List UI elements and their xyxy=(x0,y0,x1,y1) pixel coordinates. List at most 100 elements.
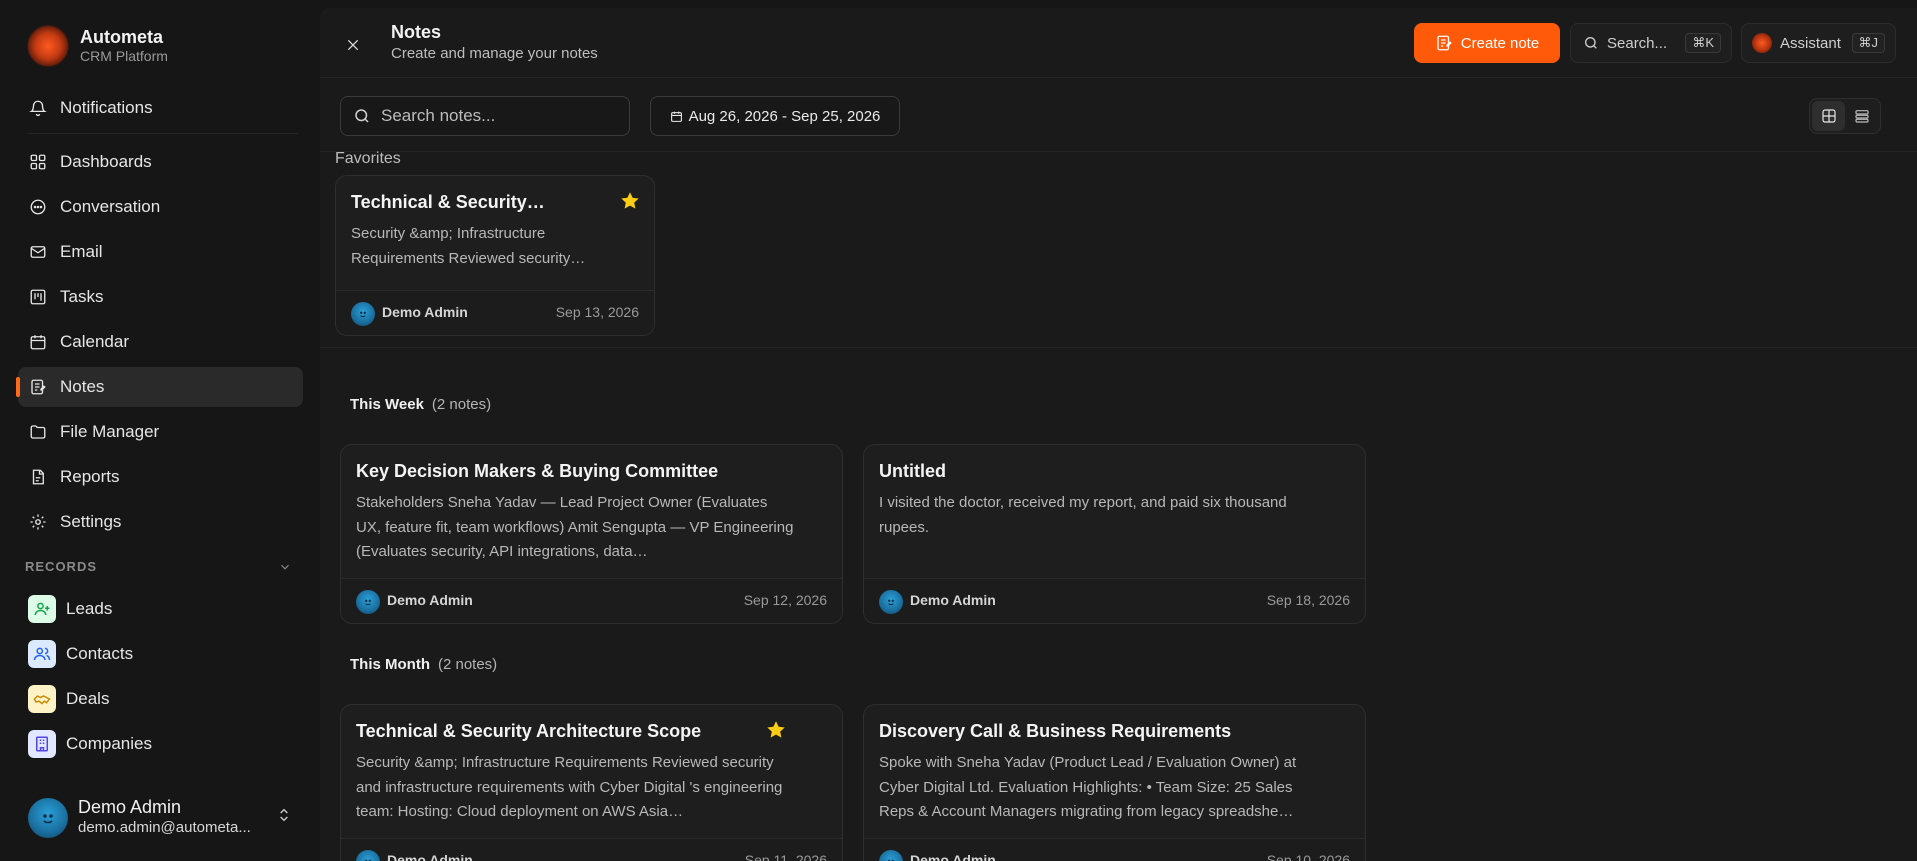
user-profile[interactable]: Demo Admin demo.admin@autometa... xyxy=(28,797,264,839)
note-card[interactable]: Untitled I visited the doctor, received … xyxy=(863,444,1366,624)
grid-icon xyxy=(28,152,48,172)
note-plus-icon xyxy=(1435,34,1453,52)
note-card[interactable]: Discovery Call & Business Requirements S… xyxy=(863,704,1366,861)
create-note-button[interactable]: Create note xyxy=(1414,23,1560,63)
search-icon xyxy=(1583,35,1599,51)
chevron-down-icon[interactable] xyxy=(278,560,292,579)
sidebar-item-label: Settings xyxy=(60,512,122,531)
chat-icon xyxy=(28,197,48,217)
note-preview: Security &amp; Infrastructure Requiremen… xyxy=(351,225,586,267)
assistant-label: Assistant xyxy=(1780,34,1841,52)
assistant-button[interactable]: Assistant ⌘J xyxy=(1741,23,1896,63)
global-search-label: Search... xyxy=(1607,34,1668,52)
sidebar-item-conversation[interactable]: Conversation xyxy=(18,187,303,227)
star-icon[interactable] xyxy=(619,190,641,212)
gear-icon xyxy=(28,512,48,532)
note-author: Demo Admin xyxy=(910,852,996,861)
list-icon xyxy=(1854,110,1869,123)
grid-view-button[interactable] xyxy=(1812,101,1845,131)
assistant-icon xyxy=(1752,33,1772,53)
search-icon xyxy=(353,107,371,125)
users-icon xyxy=(28,640,56,668)
search-notes-field[interactable] xyxy=(340,96,630,136)
sidebar-item-reports[interactable]: Reports xyxy=(18,457,303,497)
favorites-label: Favorites xyxy=(335,150,401,167)
search-notes-input[interactable] xyxy=(381,106,621,126)
note-preview: Spoke with Sneha Yadav (Product Lead / E… xyxy=(879,754,1297,820)
note-title: Discovery Call & Business Requirements xyxy=(879,721,1232,741)
note-date: Sep 18, 2026 xyxy=(1266,592,1350,608)
sidebar-item-email[interactable]: Email xyxy=(18,232,303,272)
close-icon xyxy=(347,39,359,51)
sidebar-item-label: Notifications xyxy=(60,98,153,117)
group-title: This Month xyxy=(350,656,430,673)
group-label-this-month: This Month (2 notes) xyxy=(350,656,497,673)
notes-panel: Notes Create and manage your notes Creat… xyxy=(320,8,1917,861)
user-name: Demo Admin xyxy=(78,797,182,817)
sidebar-item-notes[interactable]: Notes xyxy=(16,367,303,407)
global-search-button[interactable]: Search... ⌘K xyxy=(1570,23,1732,63)
sidebar-record-label: Leads xyxy=(66,599,113,618)
sidebar-item-file-manager[interactable]: File Manager xyxy=(18,412,303,452)
avatar xyxy=(879,850,903,861)
sidebar-record-label: Companies xyxy=(66,734,152,753)
chevron-up-down-icon[interactable] xyxy=(276,806,292,829)
note-card[interactable]: Technical & Security… Security &amp; Inf… xyxy=(335,175,655,336)
sidebar-item-calendar[interactable]: Calendar xyxy=(18,322,303,362)
note-footer: Demo Admin Sep 12, 2026 xyxy=(341,578,842,623)
sidebar: Autometa CRM Platform Notifications Dash… xyxy=(0,0,318,861)
sidebar-item-label: Conversation xyxy=(60,197,161,216)
calendar-icon xyxy=(670,110,683,123)
group-count: (2 notes) xyxy=(431,396,492,413)
brand[interactable]: Autometa CRM Platform xyxy=(28,26,168,66)
note-preview: I visited the doctor, received my report… xyxy=(879,494,1287,536)
note-date: Sep 11, 2026 xyxy=(744,852,827,861)
note-footer: Demo Admin Sep 10, 2026 xyxy=(864,838,1365,861)
handshake-icon xyxy=(28,685,56,713)
date-range-label: Aug 26, 2026 - Sep 25, 2026 xyxy=(688,107,881,125)
reports-icon xyxy=(28,467,48,487)
sidebar-item-dashboards[interactable]: Dashboards xyxy=(18,142,303,182)
note-card[interactable]: Key Decision Makers & Buying Committee S… xyxy=(340,444,843,624)
notes-icon xyxy=(28,377,48,397)
sidebar-item-label: Tasks xyxy=(60,287,104,306)
page-title: Notes xyxy=(391,22,442,42)
brand-subtitle: CRM Platform xyxy=(80,48,168,64)
group-title: This Week xyxy=(350,396,424,413)
calendar-icon xyxy=(28,332,48,352)
mail-icon xyxy=(28,242,48,262)
note-author: Demo Admin xyxy=(387,852,473,861)
brand-logo xyxy=(28,26,68,66)
grid-icon xyxy=(1821,109,1836,123)
group-label-this-week: This Week (2 notes) xyxy=(350,396,491,413)
note-date: Sep 10, 2026 xyxy=(1266,852,1350,861)
building-icon xyxy=(28,730,56,758)
sidebar-item-tasks[interactable]: Tasks xyxy=(18,277,303,317)
note-footer: Demo Admin Sep 18, 2026 xyxy=(864,578,1365,623)
star-icon[interactable] xyxy=(765,719,787,741)
sidebar-record-deals[interactable]: Deals xyxy=(28,685,109,713)
sidebar-item-notifications[interactable]: Notifications xyxy=(18,88,303,128)
note-date: Sep 12, 2026 xyxy=(743,592,827,608)
sidebar-item-label: Reports xyxy=(60,467,120,486)
sidebar-item-label: Notes xyxy=(60,377,105,396)
note-preview: Stakeholders Sneha Yadav — Lead Project … xyxy=(356,494,794,560)
close-button[interactable] xyxy=(341,33,365,57)
sidebar-divider xyxy=(28,133,298,134)
sidebar-record-contacts[interactable]: Contacts xyxy=(28,640,133,668)
avatar xyxy=(356,590,380,614)
sidebar-record-label: Contacts xyxy=(66,644,134,663)
avatar xyxy=(28,798,68,838)
sidebar-record-leads[interactable]: Leads xyxy=(28,595,112,623)
filter-bar: Aug 26, 2026 - Sep 25, 2026 xyxy=(320,78,1917,152)
date-range-picker[interactable]: Aug 26, 2026 - Sep 25, 2026 xyxy=(650,96,900,136)
records-section-label: RECORDS xyxy=(25,559,98,574)
note-card[interactable]: Technical & Security Architecture Scope … xyxy=(340,704,843,861)
sidebar-item-settings[interactable]: Settings xyxy=(18,502,303,542)
sidebar-item-label: Dashboards xyxy=(60,152,152,171)
bell-icon xyxy=(28,98,48,118)
page-subtitle: Create and manage your notes xyxy=(391,45,598,62)
list-view-button[interactable] xyxy=(1845,101,1878,131)
user-email: demo.admin@autometa... xyxy=(78,819,251,836)
sidebar-record-companies[interactable]: Companies xyxy=(28,730,152,758)
